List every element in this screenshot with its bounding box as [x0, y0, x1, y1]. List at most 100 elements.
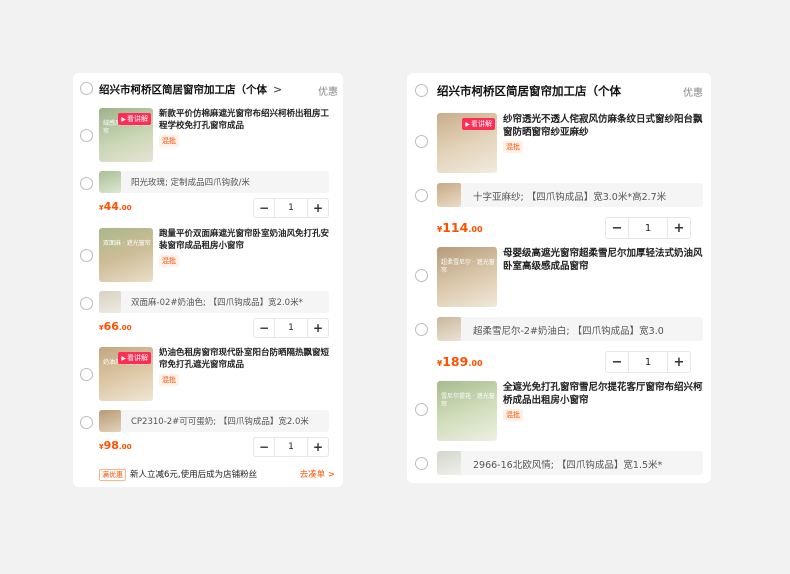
item-select-radio[interactable]: [415, 269, 428, 282]
product-title[interactable]: 全遮光免打孔窗帘雪尼尔提花客厅窗帘布绍兴柯桥成品出租房小窗帘: [503, 381, 703, 407]
increase-button[interactable]: +: [308, 319, 328, 337]
shop-select-radio[interactable]: [80, 82, 93, 95]
quantity-value[interactable]: 1: [628, 352, 668, 372]
item-select-radio[interactable]: [80, 249, 93, 262]
item-select-radio[interactable]: [415, 403, 428, 416]
shop-select-radio[interactable]: [415, 84, 428, 97]
thumbnail-caption: 雪尼尔提花 · 遮光窗帘: [441, 393, 495, 408]
quantity-value[interactable]: 1: [274, 199, 308, 217]
item-price: ¥98.00: [99, 439, 132, 452]
thumbnail-caption: 超柔雪尼尔 · 遮光窗帘: [441, 259, 495, 274]
sku-select-radio[interactable]: [80, 297, 93, 310]
mixed-batch-tag: 混批: [503, 409, 523, 421]
quantity-value[interactable]: 1: [628, 218, 668, 238]
decrease-button[interactable]: −: [606, 218, 628, 238]
item-select-radio[interactable]: [415, 135, 428, 148]
add-items-link[interactable]: 去凑单 >: [300, 468, 335, 480]
cart-item: 绒感风格 · 遮光窗帘 ▶看讲解 新款平价仿棉麻遮光窗帘布绍兴柯桥出租房工程学校…: [73, 106, 343, 218]
discount-badge: 满优惠: [99, 469, 126, 481]
live-explain-badge[interactable]: ▶看讲解: [462, 118, 495, 130]
product-thumbnail[interactable]: 雪尼尔提花 · 遮光窗帘: [437, 381, 497, 441]
product-title[interactable]: 奶油色租房窗帘现代卧室阳台防晒隔热飘窗短帘免打孔遮光窗帘成品: [159, 347, 337, 371]
item-price: ¥189.00: [437, 354, 483, 369]
decrease-button[interactable]: −: [254, 319, 274, 337]
sku-selector[interactable]: 阳光玫瑰; 定制成品四爪钩款/米: [99, 171, 329, 193]
product-title[interactable]: 母婴级高遮光窗帘超柔雪尼尔加厚轻法式奶油风卧室高级感成品窗帘: [503, 247, 703, 273]
cart-item: ▶看讲解 纱帘透光不透人侘寂风仿麻条纹日式窗纱阳台飘窗防晒窗帘纱亚麻纱 混批 十…: [407, 111, 711, 239]
live-explain-badge[interactable]: ▶看讲解: [118, 113, 151, 125]
cart-item: 奶油风 · 遮光窗帘 ▶看讲解 奶油色租房窗帘现代卧室阳台防晒隔热飘窗短帘免打孔…: [73, 345, 343, 457]
cart-item: 双面麻 · 遮光窗帘 跑量平价双面麻遮光窗帘卧室奶油风免打孔安装窗帘成品租房小窗…: [73, 226, 343, 338]
cart-shop-panel-left: 绍兴市柯桥区简居窗帘加工店（个体 > 优惠 绒感风格 · 遮光窗帘 ▶看讲解 新…: [73, 73, 343, 487]
quantity-stepper: − 1 +: [605, 217, 691, 239]
item-price: ¥66.00: [99, 320, 132, 333]
sku-selector[interactable]: 2966-16北欧风情; 【四爪钩成品】宽1.5米*: [437, 451, 703, 475]
item-price: ¥44.00: [99, 200, 132, 213]
sku-thumbnail: [437, 451, 461, 475]
shop-name[interactable]: 绍兴市柯桥区简居窗帘加工店（个体: [437, 83, 633, 99]
mixed-batch-tag: 混批: [159, 255, 179, 267]
shop-header: 绍兴市柯桥区简居窗帘加工店（个体 优惠: [407, 73, 711, 105]
promo-text: 新人立减6元,使用后成为店铺粉丝: [130, 470, 258, 480]
item-price: ¥114.00: [437, 220, 483, 235]
quantity-stepper: − 1 +: [605, 351, 691, 373]
increase-button[interactable]: +: [668, 218, 690, 238]
sku-text: 十字亚麻纱; 【四爪钩成品】宽3.0米*高2.7米: [473, 192, 667, 203]
sku-text: 2966-16北欧风情; 【四爪钩成品】宽1.5米*: [473, 460, 663, 471]
mixed-batch-tag: 混批: [159, 135, 179, 147]
sku-text: CP2310-2#可可蛋奶; 【四爪钩成品】宽2.0米: [131, 417, 309, 427]
quantity-stepper: − 1 +: [253, 437, 329, 457]
cart-item: 雪尼尔提花 · 遮光窗帘 全遮光免打孔窗帘雪尼尔提花客厅窗帘布绍兴柯桥成品出租房…: [407, 379, 711, 483]
decrease-button[interactable]: −: [254, 438, 274, 456]
sku-thumbnail: [437, 317, 461, 341]
sku-selector[interactable]: 双面麻-02#奶油色; 【四爪钩成品】宽2.0米*: [99, 291, 329, 313]
product-title[interactable]: 跑量平价双面麻遮光窗帘卧室奶油风免打孔安装窗帘成品租房小窗帘: [159, 228, 337, 252]
chevron-right-icon[interactable]: >: [273, 83, 282, 96]
sku-select-radio[interactable]: [415, 323, 428, 336]
decrease-button[interactable]: −: [254, 199, 274, 217]
shop-name[interactable]: 绍兴市柯桥区简居窗帘加工店（个体: [99, 82, 277, 97]
sku-thumbnail: [437, 183, 461, 207]
sku-select-radio[interactable]: [415, 189, 428, 202]
increase-button[interactable]: +: [308, 438, 328, 456]
sku-text: 阳光玫瑰; 定制成品四爪钩款/米: [131, 178, 250, 188]
decrease-button[interactable]: −: [606, 352, 628, 372]
sku-thumbnail: [99, 291, 121, 313]
product-thumbnail[interactable]: 双面麻 · 遮光窗帘: [99, 228, 153, 282]
quantity-value[interactable]: 1: [274, 319, 308, 337]
shop-header: 绍兴市柯桥区简居窗帘加工店（个体 > 优惠: [73, 73, 343, 105]
mixed-batch-tag: 混批: [503, 141, 523, 153]
shop-promo-label[interactable]: 优惠: [314, 83, 338, 98]
product-title[interactable]: 新款平价仿棉麻遮光窗帘布绍兴柯桥出租房工程学校免打孔窗帘成品: [159, 108, 337, 132]
product-thumbnail[interactable]: 超柔雪尼尔 · 遮光窗帘: [437, 247, 497, 307]
play-icon: ▶: [121, 355, 126, 362]
quantity-stepper: − 1 +: [253, 198, 329, 218]
sku-text: 超柔雪尼尔-2#奶油白; 【四爪钩成品】宽3.0: [473, 326, 664, 337]
shop-promo-label[interactable]: 优惠: [679, 84, 703, 99]
product-thumbnail[interactable]: ▶看讲解: [437, 113, 497, 173]
item-select-radio[interactable]: [80, 129, 93, 142]
sku-select-radio[interactable]: [80, 416, 93, 429]
sku-selector[interactable]: CP2310-2#可可蛋奶; 【四爪钩成品】宽2.0米: [99, 410, 329, 432]
product-title[interactable]: 纱帘透光不透人侘寂风仿麻条纹日式窗纱阳台飘窗防晒窗帘纱亚麻纱: [503, 113, 703, 139]
thumbnail-caption: 双面麻 · 遮光窗帘: [103, 240, 151, 247]
sku-selector[interactable]: 超柔雪尼尔-2#奶油白; 【四爪钩成品】宽3.0: [437, 317, 703, 341]
product-thumbnail[interactable]: 奶油风 · 遮光窗帘 ▶看讲解: [99, 347, 153, 401]
sku-select-radio[interactable]: [80, 177, 93, 190]
mixed-batch-tag: 混批: [159, 374, 179, 386]
item-select-radio[interactable]: [80, 368, 93, 381]
quantity-value[interactable]: 1: [274, 438, 308, 456]
product-thumbnail[interactable]: 绒感风格 · 遮光窗帘 ▶看讲解: [99, 108, 153, 162]
play-icon: ▶: [465, 121, 470, 128]
shop-promo-footer: 满优惠 新人立减6元,使用后成为店铺粉丝 去凑单 >: [73, 463, 343, 485]
sku-selector[interactable]: 十字亚麻纱; 【四爪钩成品】宽3.0米*高2.7米: [437, 183, 703, 207]
increase-button[interactable]: +: [308, 199, 328, 217]
sku-select-radio[interactable]: [415, 457, 428, 470]
sku-text: 双面麻-02#奶油色; 【四爪钩成品】宽2.0米*: [131, 298, 303, 308]
cart-item: 超柔雪尼尔 · 遮光窗帘 母婴级高遮光窗帘超柔雪尼尔加厚轻法式奶油风卧室高级感成…: [407, 245, 711, 373]
live-explain-badge[interactable]: ▶看讲解: [118, 352, 151, 364]
play-icon: ▶: [121, 116, 126, 123]
increase-button[interactable]: +: [668, 352, 690, 372]
sku-thumbnail: [99, 171, 121, 193]
sku-thumbnail: [99, 410, 121, 432]
